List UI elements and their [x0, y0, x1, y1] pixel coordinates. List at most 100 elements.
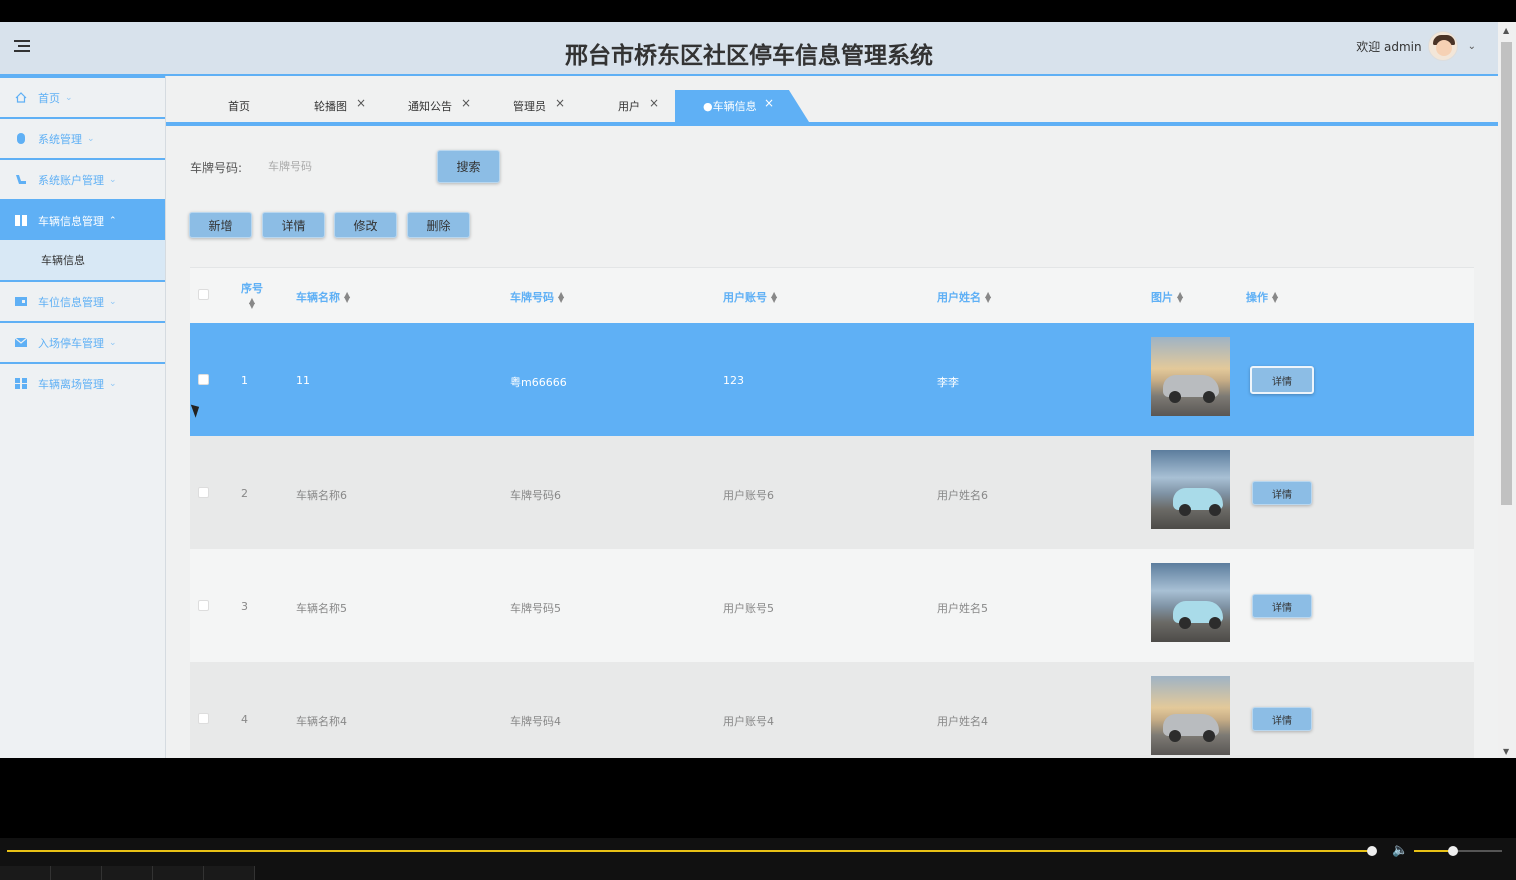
system-icon	[15, 133, 27, 144]
tab-carousel[interactable]: 轮播图 ×	[314, 90, 366, 122]
column-header-index[interactable]: 序号 ▲ ▼	[241, 280, 263, 310]
sidebar-item-home[interactable]: 首页 ⌄	[0, 76, 165, 117]
scroll-up-icon[interactable]: ▲	[1503, 26, 1509, 35]
chevron-down-icon: ⌄	[109, 296, 117, 307]
sidebar-item-label: 系统账户管理	[38, 173, 104, 187]
column-header-user[interactable]: 用户姓名 ▲ ▼	[937, 289, 991, 305]
column-header-image[interactable]: 图片 ▲ ▼	[1151, 289, 1183, 305]
column-label: 序号	[241, 282, 263, 295]
tab-notice[interactable]: 通知公告 ×	[408, 90, 471, 122]
home-icon	[15, 92, 27, 103]
row-checkbox[interactable]	[198, 713, 209, 724]
column-header-name[interactable]: 车辆名称 ▲ ▼	[296, 289, 350, 305]
car-image[interactable]	[1151, 676, 1230, 755]
tab-label: 通知公告	[408, 100, 452, 113]
tab-admin[interactable]: 管理员 ×	[513, 90, 565, 122]
tab-home[interactable]: 首页	[228, 90, 250, 122]
chevron-up-icon: ⌃	[109, 215, 117, 226]
table-row[interactable]: 3 车辆名称5 车牌号码5 用户账号5 用户姓名5 详情	[190, 549, 1474, 662]
playback-progress[interactable]	[7, 850, 1372, 852]
sidebar-item-entry-parking[interactable]: 入场停车管理 ⌄	[0, 321, 165, 362]
cell-user: 用户姓名4	[937, 715, 988, 728]
cell-name: 车辆名称6	[296, 489, 347, 502]
edit-button[interactable]: 修改	[334, 212, 397, 238]
column-header-account[interactable]: 用户账号 ▲ ▼	[723, 289, 777, 305]
scroll-down-icon[interactable]: ▼	[1503, 747, 1509, 756]
sidebar-item-label: 车辆信息管理	[38, 214, 104, 228]
car-image[interactable]	[1151, 450, 1230, 529]
table-row[interactable]: 2 车辆名称6 车牌号码6 用户账号6 用户姓名6 详情	[190, 436, 1474, 549]
detail-button[interactable]: 详情	[262, 212, 325, 238]
delete-button[interactable]: 删除	[407, 212, 470, 238]
sidebar-item-car-info[interactable]: 车辆信息管理 ⌃	[0, 199, 165, 240]
row-detail-button[interactable]: 详情	[1252, 594, 1312, 618]
close-icon[interactable]: ×	[356, 96, 366, 110]
tab-user[interactable]: 用户 ×	[618, 90, 659, 122]
row-checkbox[interactable]	[198, 374, 209, 385]
vertical-scrollbar[interactable]: ▲ ▼	[1498, 22, 1516, 758]
cell-account: 用户账号4	[723, 715, 774, 728]
vehicle-table: 序号 ▲ ▼ 车辆名称 ▲ ▼ 车牌号码 ▲ ▼ 用户账号 ▲ ▼ 用户姓名 ▲ ▼ 图片 ▲ ▼ 操作…	[190, 267, 1474, 758]
search-button[interactable]: 搜索	[437, 150, 500, 183]
close-icon[interactable]: ×	[555, 96, 565, 110]
table-row[interactable]: 1 11 粤m66666 123 李李 详情	[190, 323, 1474, 436]
car-image[interactable]	[1151, 563, 1230, 642]
cell-plate: 车牌号码5	[510, 602, 561, 615]
row-detail-button[interactable]: 详情	[1250, 366, 1314, 394]
close-icon[interactable]: ×	[461, 96, 471, 110]
column-header-plate[interactable]: 车牌号码 ▲ ▼	[510, 289, 564, 305]
car-image[interactable]	[1151, 337, 1230, 416]
sort-icon[interactable]: ▲ ▼	[344, 291, 350, 304]
sort-icon[interactable]: ▲ ▼	[1272, 291, 1278, 304]
tab-label: 管理员	[513, 100, 546, 113]
sort-icon[interactable]: ▲ ▼	[985, 291, 991, 304]
sidebar-subitem-car-info[interactable]: 车辆信息	[0, 240, 165, 280]
cell-plate: 车牌号码4	[510, 715, 561, 728]
close-icon[interactable]: ×	[649, 96, 659, 110]
chevron-down-icon[interactable]: ⌄	[1468, 41, 1476, 52]
volume-icon[interactable]: 🔈	[1392, 843, 1408, 858]
column-label: 用户账号	[723, 291, 767, 304]
close-icon[interactable]: ×	[764, 96, 774, 110]
sort-icon[interactable]: ▲ ▼	[249, 297, 255, 310]
sidebar-item-exit[interactable]: 车辆离场管理 ⌄	[0, 362, 165, 403]
cell-account: 用户账号6	[723, 489, 774, 502]
sort-icon[interactable]: ▲ ▼	[1177, 291, 1183, 304]
add-button[interactable]: 新增	[189, 212, 252, 238]
volume-knob[interactable]	[1448, 846, 1458, 856]
sidebar-item-system[interactable]: 系统管理 ⌄	[0, 117, 165, 158]
row-checkbox[interactable]	[198, 487, 209, 498]
app-window: 邢台市桥东区社区停车信息管理系统 欢迎 admin ⌄ 首页 ⌄ 系统管理 ⌄ 系统…	[0, 22, 1516, 758]
page-title: 邢台市桥东区社区停车信息管理系统	[565, 43, 933, 69]
sort-icon[interactable]: ▲ ▼	[558, 291, 564, 304]
exit-icon	[15, 378, 27, 389]
cell-user: 李李	[937, 376, 959, 389]
sidebar-item-label: 系统管理	[38, 132, 82, 146]
tab-label: 用户	[618, 100, 640, 113]
user-menu[interactable]: 欢迎 admin ⌄	[1356, 31, 1476, 61]
chevron-down-icon: ⌄	[65, 92, 73, 103]
cell-index: 3	[241, 600, 248, 613]
avatar[interactable]	[1427, 31, 1458, 61]
select-all-checkbox[interactable]	[198, 289, 209, 300]
car-info-icon	[15, 215, 27, 226]
sidebar-item-parking-space[interactable]: 车位信息管理 ⌄	[0, 280, 165, 321]
row-checkbox[interactable]	[198, 600, 209, 611]
scrollbar-thumb[interactable]	[1501, 42, 1512, 505]
column-header-action[interactable]: 操作 ▲ ▼	[1246, 289, 1278, 305]
column-label: 车辆名称	[296, 291, 340, 304]
cell-name: 车辆名称4	[296, 715, 347, 728]
sidebar-item-account[interactable]: 系统账户管理 ⌄	[0, 158, 165, 199]
row-detail-button[interactable]: 详情	[1252, 707, 1312, 731]
video-player-bar: 🔈	[0, 838, 1516, 880]
plate-search-input[interactable]	[260, 152, 425, 180]
table-row[interactable]: 4 车辆名称4 车牌号码4 用户账号4 用户姓名4 详情	[190, 662, 1474, 758]
header-bar: 邢台市桥东区社区停车信息管理系统 欢迎 admin ⌄	[0, 22, 1498, 76]
welcome-text: 欢迎 admin	[1356, 39, 1422, 54]
tab-car-info[interactable]: ●车辆信息 ×	[675, 90, 809, 122]
row-detail-button[interactable]: 详情	[1252, 481, 1312, 505]
cell-plate: 粤m66666	[510, 376, 567, 389]
progress-knob[interactable]	[1367, 846, 1377, 856]
sort-icon[interactable]: ▲ ▼	[771, 291, 777, 304]
volume-track[interactable]	[1454, 850, 1502, 852]
